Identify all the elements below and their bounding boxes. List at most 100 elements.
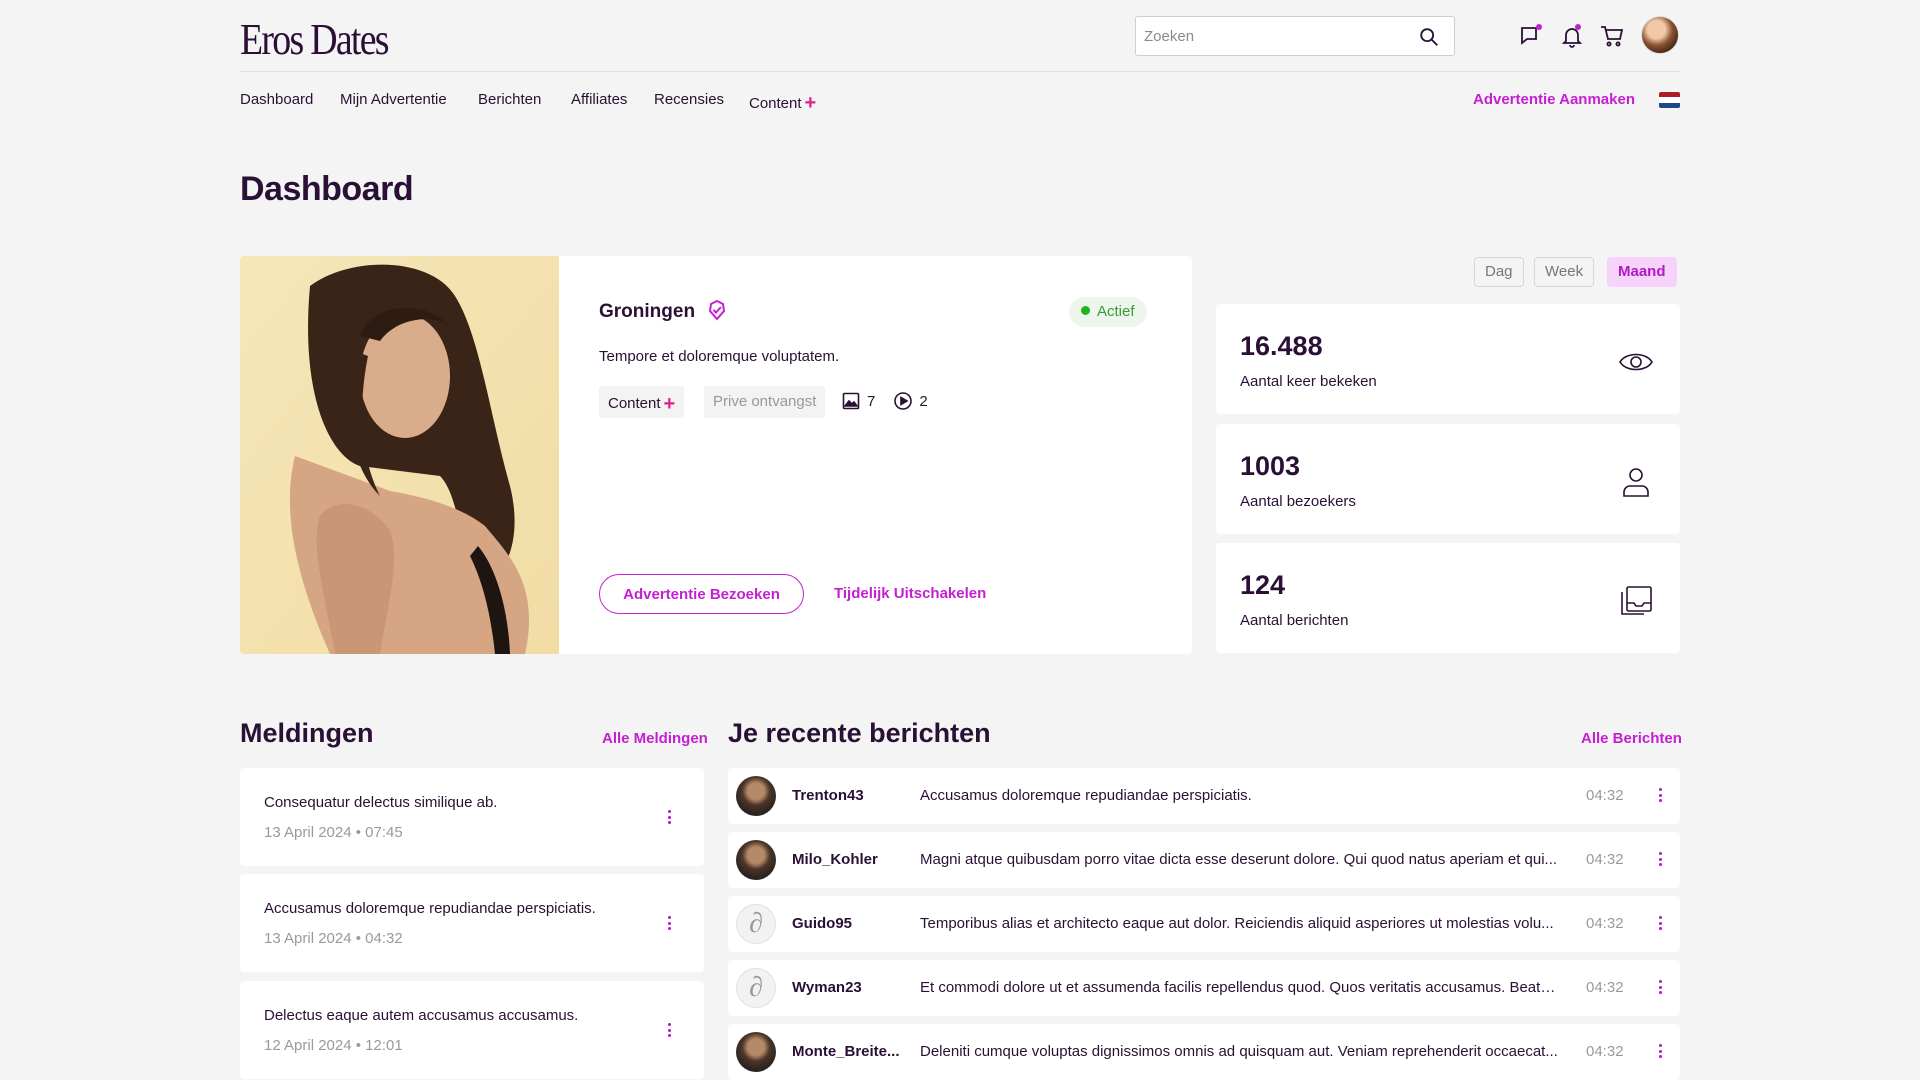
notification-text: Delectus eaque autem accusamus accusamus… — [264, 1007, 579, 1024]
search-input[interactable] — [1136, 17, 1406, 55]
nav-affiliates[interactable]: Affiliates — [571, 91, 627, 108]
more-options-icon[interactable] — [1659, 788, 1663, 805]
default-avatar-icon: ∂ — [736, 968, 776, 1008]
plus-icon: + — [663, 393, 676, 415]
period-month[interactable]: Maand — [1607, 257, 1677, 287]
page-title: Dashboard — [240, 170, 414, 208]
content-chip-label: Content — [608, 395, 661, 412]
message-username: Milo_Kohler — [792, 851, 878, 868]
notification-text: Accusamus doloremque repudiandae perspic… — [264, 900, 596, 917]
status-label: Actief — [1097, 303, 1135, 320]
logo[interactable]: Eros Dates — [240, 14, 390, 65]
search-icon[interactable] — [1418, 26, 1440, 48]
header-divider — [240, 71, 1680, 72]
image-count: 7 — [867, 392, 876, 410]
play-icon — [894, 392, 913, 410]
message-preview: Deleniti cumque voluptas dignissimos omn… — [920, 1043, 1558, 1060]
media-counts: 7 2 — [841, 391, 928, 411]
message-time: 04:32 — [1586, 915, 1624, 932]
avatar — [736, 840, 776, 880]
notification-date: 13 April 2024 • 04:32 — [264, 930, 403, 947]
message-preview: Accusamus doloremque repudiandae perspic… — [920, 787, 1252, 804]
notification-item[interactable]: Consequatur delectus similique ab. 13 Ap… — [240, 768, 704, 866]
notification-item[interactable]: Accusamus doloremque repudiandae perspic… — [240, 874, 704, 972]
stat-visitors: 1003 Aantal bezoekers — [1216, 424, 1680, 534]
more-options-icon[interactable] — [668, 1023, 672, 1040]
status-dot — [1081, 306, 1090, 315]
stat-value: 16.488 — [1240, 331, 1323, 361]
avatar — [736, 1032, 776, 1072]
prive-chip: Prive ontvangst — [704, 386, 826, 418]
verified-badge-icon — [708, 299, 726, 321]
stat-views: 16.488 Aantal keer bekeken — [1216, 304, 1680, 414]
message-time: 04:32 — [1586, 979, 1624, 996]
inbox-icon — [1621, 586, 1652, 615]
message-username: Trenton43 — [792, 787, 864, 804]
stat-label: Aantal berichten — [1240, 612, 1349, 629]
chat-icon[interactable] — [1517, 22, 1545, 50]
more-options-icon[interactable] — [1659, 852, 1663, 869]
bell-icon[interactable] — [1558, 22, 1586, 50]
nav-mijn-advertentie[interactable]: Mijn Advertentie — [340, 91, 447, 108]
message-row[interactable]: Milo_Kohler Magni atque quibusdam porro … — [728, 832, 1680, 888]
disable-temporarily-link[interactable]: Tijdelijk Uitschakelen — [834, 585, 986, 602]
nav-content-label: Content — [749, 95, 802, 112]
profile-card: Groningen Actief Tempore et doloremque v… — [240, 256, 1192, 654]
nav-dashboard[interactable]: Dashboard — [240, 91, 313, 108]
stat-label: Aantal bezoekers — [1240, 493, 1356, 510]
more-options-icon[interactable] — [668, 810, 672, 827]
notification-date: 12 April 2024 • 12:01 — [264, 1037, 403, 1054]
message-preview: Temporibus alias et architecto eaque aut… — [920, 915, 1554, 932]
more-options-icon[interactable] — [1659, 916, 1663, 933]
period-day[interactable]: Dag — [1474, 257, 1524, 287]
notification-date: 13 April 2024 • 07:45 — [264, 824, 403, 841]
plus-icon: + — [804, 92, 817, 114]
message-row[interactable]: Monte_Breite... Deleniti cumque voluptas… — [728, 1024, 1680, 1080]
notifications-title: Meldingen — [240, 718, 374, 748]
message-row[interactable]: ∂ Guido95 Temporibus alias et architecto… — [728, 896, 1680, 952]
more-options-icon[interactable] — [668, 916, 672, 933]
all-messages-link[interactable]: Alle Berichten — [1581, 730, 1682, 747]
stat-value: 124 — [1240, 570, 1286, 600]
dutch-flag-icon[interactable] — [1659, 92, 1680, 108]
message-row[interactable]: ∂ Wyman23 Et commodi dolore ut et assume… — [728, 960, 1680, 1016]
eye-icon — [1619, 353, 1653, 371]
stat-messages: 124 Aantal berichten — [1216, 543, 1680, 653]
image-icon — [842, 392, 860, 410]
all-notifications-link[interactable]: Alle Meldingen — [602, 730, 708, 747]
visit-ad-button[interactable]: Advertentie Bezoeken — [599, 574, 804, 614]
search-box[interactable] — [1135, 16, 1455, 56]
message-preview: Et commodi dolore ut et assumenda facili… — [920, 979, 1560, 996]
profile-photo — [240, 256, 559, 654]
content-chip[interactable]: Content + — [599, 386, 685, 418]
message-username: Guido95 — [792, 915, 853, 932]
message-username: Monte_Breite... — [792, 1043, 900, 1060]
notification-text: Consequatur delectus similique ab. — [264, 794, 498, 811]
nav-recensies[interactable]: Recensies — [654, 91, 724, 108]
profile-city: Groningen — [599, 301, 696, 322]
create-ad-link[interactable]: Advertentie Aanmaken — [1473, 91, 1635, 108]
nav-content[interactable]: Content + — [749, 91, 816, 114]
message-username: Wyman23 — [792, 979, 862, 996]
notification-item[interactable]: Delectus eaque autem accusamus accusamus… — [240, 981, 704, 1079]
video-count: 2 — [919, 392, 928, 410]
message-time: 04:32 — [1586, 787, 1624, 804]
user-icon — [1623, 468, 1649, 497]
status-badge: Actief — [1069, 297, 1147, 327]
user-avatar[interactable] — [1641, 16, 1679, 54]
cart-icon[interactable] — [1598, 22, 1626, 50]
message-time: 04:32 — [1586, 1043, 1624, 1060]
profile-description: Tempore et doloremque voluptatem. — [599, 348, 840, 365]
message-preview: Magni atque quibusdam porro vitae dicta … — [920, 851, 1558, 868]
message-row[interactable]: Trenton43 Accusamus doloremque repudiand… — [728, 768, 1680, 824]
period-week[interactable]: Week — [1534, 257, 1595, 287]
profile-details: Groningen Actief Tempore et doloremque v… — [559, 256, 1192, 654]
message-time: 04:32 — [1586, 851, 1624, 868]
default-avatar-icon: ∂ — [736, 904, 776, 944]
more-options-icon[interactable] — [1659, 1044, 1663, 1061]
more-options-icon[interactable] — [1659, 980, 1663, 997]
messages-title: Je recente berichten — [728, 718, 991, 748]
nav-berichten[interactable]: Berichten — [478, 91, 541, 108]
stat-value: 1003 — [1240, 451, 1301, 481]
avatar — [736, 776, 776, 816]
